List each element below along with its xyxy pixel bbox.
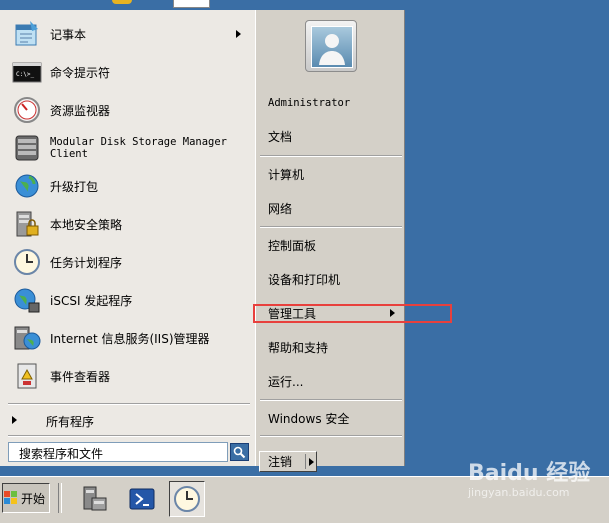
program-label: Modular Disk Storage Manager Client <box>50 136 228 160</box>
taskbar-divider <box>58 483 62 513</box>
taskbar-task-scheduler[interactable] <box>169 481 205 517</box>
taskbar-powershell[interactable] <box>124 481 160 517</box>
start-button[interactable]: 开始 <box>2 483 50 513</box>
upgrade-globe-icon <box>11 170 43 202</box>
program-label: 事件查看器 <box>50 369 111 384</box>
documents-link[interactable]: 文档 <box>268 125 292 147</box>
server-manager-icon <box>83 486 107 511</box>
program-resource-monitor[interactable]: 资源监视器 <box>0 91 255 129</box>
watermark-brand: Baidu 经验 <box>468 461 591 486</box>
program-label: iSCSI 发起程序 <box>50 293 133 308</box>
logout-split <box>305 454 306 469</box>
all-programs-label: 所有程序 <box>46 415 95 429</box>
svg-text:C:\>_: C:\>_ <box>16 71 34 78</box>
user-icon <box>319 34 345 65</box>
program-label: 命令提示符 <box>50 65 111 80</box>
event-viewer-icon <box>11 360 43 392</box>
programs-panel: 记事本 C:\>_ 命令提示符 资源监视器 Modular Disk Stora… <box>0 10 256 466</box>
search-input[interactable]: 搜索程序和文件 <box>8 442 228 462</box>
user-name-link[interactable]: Administrator <box>268 92 350 114</box>
places-divider <box>260 399 402 401</box>
places-panel: Administrator 文档 计算机 网络 控制面板 设备和打印机 管理工具… <box>256 10 404 466</box>
program-label: Internet 信息服务(IIS)管理器 <box>50 331 210 346</box>
search-placeholder: 搜索程序和文件 <box>19 447 104 461</box>
all-programs-arrow-icon <box>12 416 17 424</box>
program-upgrade[interactable]: 升级打包 <box>0 167 255 205</box>
places-divider <box>260 226 402 228</box>
program-label: 记事本 <box>50 27 87 42</box>
programs-divider <box>8 403 250 405</box>
desktop-background <box>0 0 609 10</box>
task-scheduler-icon <box>11 246 43 278</box>
search-icon <box>233 446 246 458</box>
desktop-window-fragment <box>173 0 210 8</box>
program-label: 本地安全策略 <box>50 217 123 232</box>
cmd-icon: C:\>_ <box>11 56 43 88</box>
program-notepad[interactable]: 记事本 <box>0 15 255 53</box>
program-task-scheduler[interactable]: 任务计划程序 <box>0 243 255 281</box>
program-label: 资源监视器 <box>50 103 111 118</box>
start-menu: 记事本 C:\>_ 命令提示符 资源监视器 Modular Disk Stora… <box>0 10 405 472</box>
iscsi-icon <box>11 284 43 316</box>
search-button[interactable] <box>230 443 249 461</box>
program-event-viewer[interactable]: 事件查看器 <box>0 357 255 395</box>
user-avatar[interactable] <box>305 20 357 72</box>
program-label: 升级打包 <box>50 179 99 194</box>
iis-icon <box>11 322 43 354</box>
submenu-arrow-icon <box>236 30 241 38</box>
logout-options-arrow-icon[interactable] <box>309 458 314 466</box>
program-cmd[interactable]: C:\>_ 命令提示符 <box>0 53 255 91</box>
resource-monitor-icon <box>11 94 43 126</box>
security-policy-icon <box>11 208 43 240</box>
program-iscsi-initiator[interactable]: iSCSI 发起程序 <box>0 281 255 319</box>
help-support-link[interactable]: 帮助和支持 <box>268 336 328 358</box>
program-iis-manager[interactable]: Internet 信息服务(IIS)管理器 <box>0 319 255 357</box>
search-divider <box>8 435 250 437</box>
network-link[interactable]: 网络 <box>268 197 292 219</box>
taskbar-server-manager[interactable] <box>75 481 111 517</box>
disk-storage-icon <box>11 132 43 164</box>
notepad-icon <box>11 18 43 50</box>
highlight-annotation-box <box>253 304 452 323</box>
all-programs-item[interactable]: 所有程序 <box>0 408 255 432</box>
logout-button[interactable]: 注销 <box>259 451 317 472</box>
desktop-icon-fragment <box>112 0 132 4</box>
run-link[interactable]: 运行... <box>268 370 303 392</box>
program-disk-storage-manager[interactable]: Modular Disk Storage Manager Client <box>0 129 255 167</box>
program-local-security-policy[interactable]: 本地安全策略 <box>0 205 255 243</box>
program-label: 任务计划程序 <box>50 255 123 270</box>
places-divider <box>260 435 402 437</box>
watermark-url: jingyan.baidu.com <box>468 486 570 499</box>
powershell-icon <box>129 488 155 510</box>
clock-icon <box>174 486 200 512</box>
windows-logo-icon <box>4 491 17 504</box>
windows-security-link[interactable]: Windows 安全 <box>268 407 349 429</box>
places-divider <box>260 155 402 157</box>
control-panel-link[interactable]: 控制面板 <box>268 234 316 256</box>
devices-printers-link[interactable]: 设备和打印机 <box>268 268 340 290</box>
computer-link[interactable]: 计算机 <box>268 163 304 185</box>
